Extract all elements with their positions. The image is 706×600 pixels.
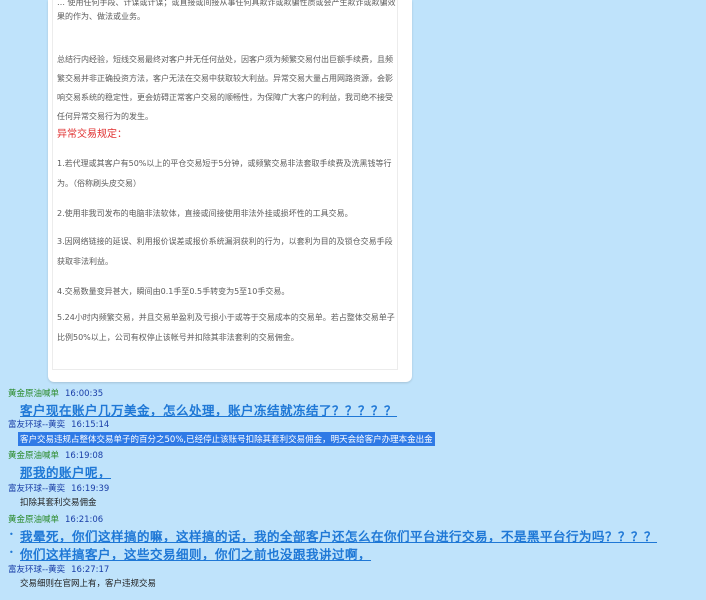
message-text: 扣除其套利交易佣金 [20,498,97,508]
message-time: 16:19:39 [71,484,110,494]
doc-section-title: 异常交易规定： [57,129,127,140]
message-header: 富友环球--黄奕 16:19:39 [8,482,109,494]
message-text: 那我的账户呢， [20,465,112,480]
message-text: 我晕死，你们这样搞的嘛，这样搞的话，我的全部客户还怎么在你们平台进行交易，不是黑… [20,529,658,544]
sender-name[interactable]: 黄金原油喊单 [8,389,59,399]
doc-rule-4: 4.交易数量变异甚大，瞬间由0.1手至0.5手转变为5至10手交易。 [57,287,290,296]
message-text: 你们这样搞客户，这些交易细则，你们之前也没跟我讲过啊， [20,547,372,562]
sender-name[interactable]: 黄金原油喊单 [8,451,59,461]
message-text: 客户现在账户几万美金，怎么处理，账户冻结就冻结了？？？？？ [20,403,398,418]
message-time: 16:19:08 [65,451,104,461]
sender-name[interactable]: 黄金原油喊单 [8,515,59,525]
sender-name[interactable]: 富友环球--黄奕 [8,565,65,575]
message-time: 16:15:14 [71,420,110,430]
message-header: 富友环球--黄奕 16:15:14 [8,418,109,430]
message-header: 黄金原油喊单 16:19:08 [8,449,103,461]
doc-rule-2: 2.使用非我司发布的电脑非法软体，直接或间接使用非法外挂或损坏性的工具交易。 [57,209,353,218]
message-header: 黄金原油喊单 16:00:35 [8,387,103,399]
doc-rule-1: 1.若代理或其客户有50%以上的平仓交易短于5分钟，或频繁交易非法套取手续费及洗… [57,159,392,188]
message-header: 富友环球--黄奕 16:27:17 [8,563,109,575]
bullet-icon: • [9,548,14,557]
message-time: 16:00:35 [65,389,104,399]
message-text-selected[interactable]: 客户交易违规占整体交易单子的百分之50%,已经停止该账号扣除其套利交易佣金，明天… [18,432,435,446]
sender-name[interactable]: 富友环球--黄奕 [8,484,65,494]
doc-rule-5: 5.24小时内频繁交易，并且交易单盈利及亏损小于或等于交易成本的交易单。若占整体… [57,313,395,342]
message-header: 黄金原油喊单 16:21:06 [8,513,103,525]
message-time: 16:27:17 [71,565,110,575]
doc-rule-3: 3.因网络链接的延误、利用报价误差或报价系统漏洞获利的行为，以套利为目的及锁仓交… [57,237,393,266]
doc-paragraph: 总结行内经验，短线交易最终对客户并无任何益处，因客户须为频繁交易付出巨额手续费，… [57,55,393,121]
sender-name[interactable]: 富友环球--黄奕 [8,420,65,430]
message-time: 16:21:06 [65,515,104,525]
doc-top-paragraph: … 使用任何手段、计谋或计谋；或直接或间接从事任何具欺诈或欺骗性质或会产生欺诈或… [57,0,396,21]
message-text: 交易细则在官网上有，客户违规交易 [20,579,157,589]
bullet-icon: • [9,530,14,539]
